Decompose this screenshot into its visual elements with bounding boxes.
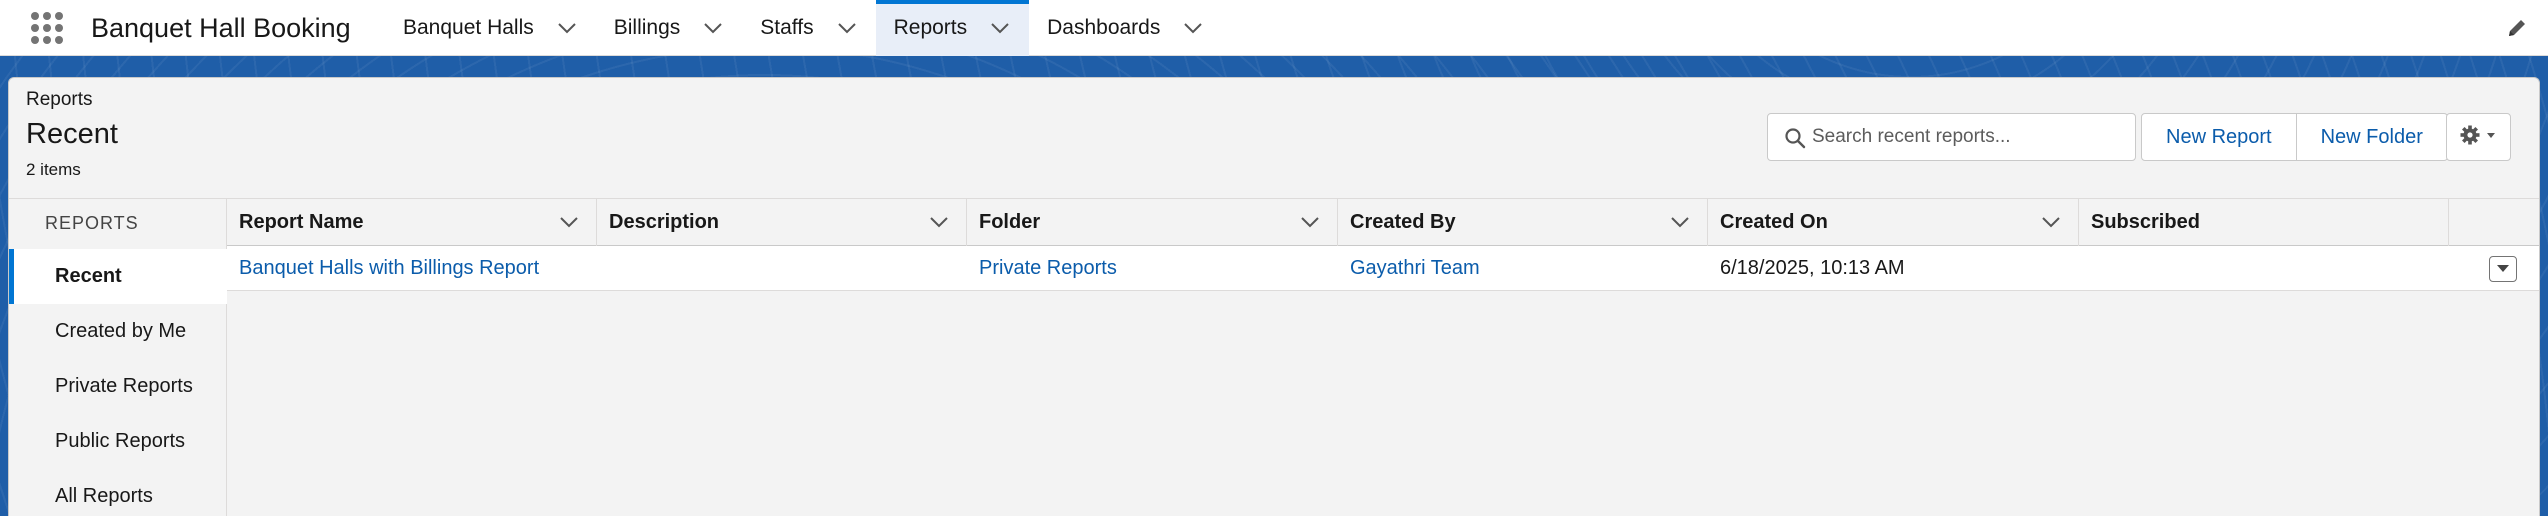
search-icon — [1784, 127, 1806, 149]
chevron-down-icon[interactable] — [1669, 211, 1691, 233]
sidebar-item-all-reports[interactable]: All Reports — [9, 469, 227, 516]
column-header-label: Created On — [1720, 211, 1828, 233]
new-folder-button[interactable]: New Folder — [2296, 113, 2448, 161]
new-report-button[interactable]: New Report — [2141, 113, 2297, 161]
column-header-description[interactable]: Description — [597, 199, 967, 246]
cell-subscribed — [2079, 246, 2449, 290]
chevron-down-icon[interactable] — [558, 211, 580, 233]
sidebar-item-created-by-me[interactable]: Created by Me — [9, 304, 227, 359]
search-box[interactable] — [1767, 113, 2136, 161]
gear-icon — [2459, 124, 2499, 151]
search-input[interactable] — [1812, 126, 2122, 148]
sidebar-item-recent[interactable]: Recent — [9, 249, 227, 304]
column-header-label: Report Name — [239, 211, 364, 233]
chevron-down-icon[interactable] — [989, 17, 1011, 39]
nav-item-reports[interactable]: Reports — [875, 0, 1030, 56]
action-button-group: New Report New Folder — [2141, 113, 2448, 161]
table-row: Banquet Halls with Billings Report Priva… — [227, 246, 2539, 291]
nav-label: Banquet Halls — [403, 16, 534, 39]
chevron-down-icon[interactable] — [836, 17, 858, 39]
column-header-label: Subscribed — [2091, 211, 2200, 233]
folder-link[interactable]: Private Reports — [979, 257, 1117, 280]
table-header-row: Report Name Description Folder Created B… — [227, 198, 2539, 246]
cell-created-by: Gayathri Team — [1338, 246, 1708, 290]
page-header: Reports Recent 2 items New Report New Fo… — [9, 78, 2539, 198]
app-launcher-icon[interactable] — [30, 11, 64, 45]
report-name-link[interactable]: Banquet Halls with Billings Report — [239, 257, 539, 280]
column-header-subscribed[interactable]: Subscribed — [2079, 199, 2449, 246]
chevron-down-icon[interactable] — [928, 211, 950, 233]
chevron-down-icon[interactable] — [2040, 211, 2062, 233]
cell-created-on: 6/18/2025, 10:13 AM — [1720, 256, 1905, 279]
edit-nav-pencil-icon[interactable] — [2506, 17, 2528, 39]
column-header-actions — [2449, 199, 2539, 246]
column-header-created-by[interactable]: Created By — [1338, 199, 1708, 246]
page-title: Recent — [26, 118, 118, 150]
reports-list-view: Reports Recent 2 items New Report New Fo… — [8, 77, 2540, 516]
chevron-down-icon[interactable] — [556, 17, 578, 39]
item-count: 2 items — [26, 160, 81, 179]
nav-label: Dashboards — [1047, 16, 1161, 39]
nav-item-billings[interactable]: Billings — [596, 0, 743, 56]
nav-bar: Banquet Halls Billings Staffs Reports Da… — [385, 0, 1222, 56]
caret-down-icon — [2496, 260, 2510, 278]
nav-label: Billings — [613, 16, 681, 39]
nav-item-staffs[interactable]: Staffs — [742, 0, 875, 56]
chevron-down-icon[interactable] — [702, 17, 724, 39]
sidebar-item-public-reports[interactable]: Public Reports — [9, 414, 227, 469]
app-name: Banquet Hall Booking — [91, 13, 351, 43]
cell-folder: Private Reports — [967, 246, 1338, 290]
chevron-down-icon[interactable] — [1299, 211, 1321, 233]
cell-report-name: Banquet Halls with Billings Report — [227, 246, 597, 290]
column-header-folder[interactable]: Folder — [967, 199, 1338, 246]
nav-label: Reports — [893, 16, 968, 39]
sidebar-heading: Reports — [45, 213, 139, 233]
reports-table: Report Name Description Folder Created B… — [227, 198, 2539, 516]
cell-description — [597, 246, 967, 290]
nav-item-dashboards[interactable]: Dashboards — [1029, 0, 1222, 56]
global-header: Banquet Hall Booking Banquet Halls Billi… — [0, 0, 2548, 56]
nav-label: Staffs — [760, 16, 814, 39]
settings-menu-button[interactable] — [2446, 113, 2511, 161]
nav-item-banquet-halls[interactable]: Banquet Halls — [385, 0, 596, 56]
column-header-created-on[interactable]: Created On — [1708, 199, 2079, 246]
reports-sidebar: Reports Recent Created by Me Private Rep… — [9, 198, 227, 516]
chevron-down-icon[interactable] — [1182, 17, 1204, 39]
column-header-report-name[interactable]: Report Name — [227, 199, 597, 246]
sidebar-item-private-reports[interactable]: Private Reports — [9, 359, 227, 414]
column-header-label: Created By — [1350, 211, 1456, 233]
created-by-link[interactable]: Gayathri Team — [1350, 257, 1480, 280]
row-actions-button[interactable] — [2489, 256, 2517, 282]
column-header-label: Folder — [979, 211, 1041, 233]
page-eyebrow: Reports — [26, 89, 93, 110]
sidebar-list: Recent Created by Me Private Reports Pub… — [9, 249, 227, 516]
column-header-label: Description — [609, 211, 720, 233]
